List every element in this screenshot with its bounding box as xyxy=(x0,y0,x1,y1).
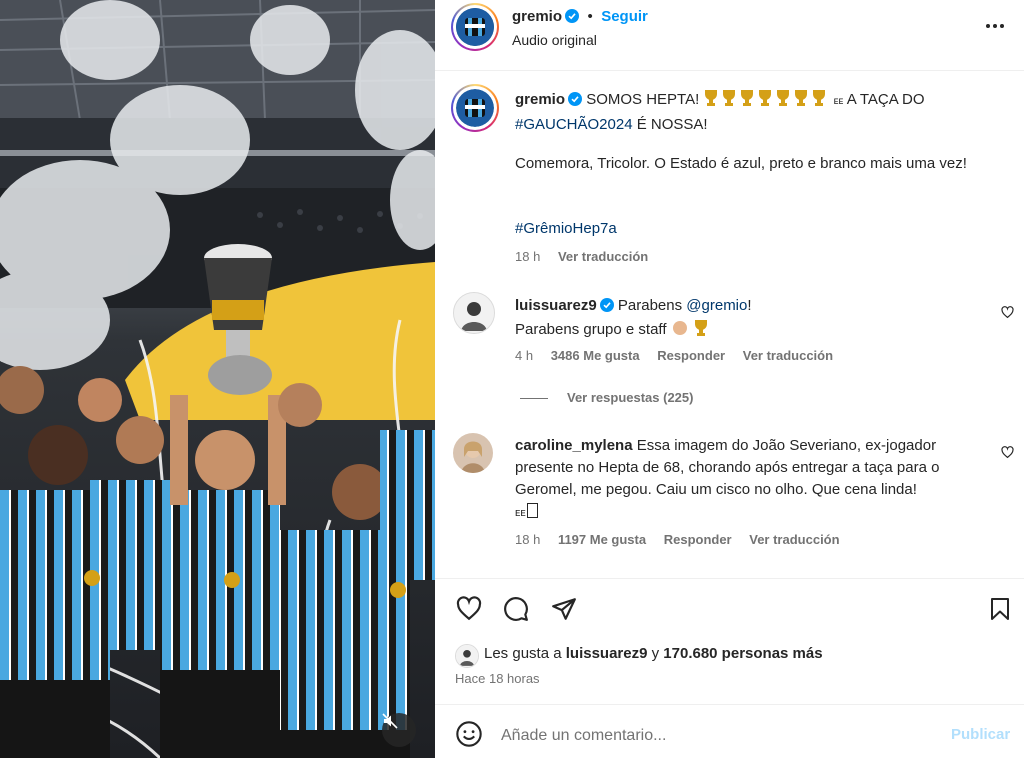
comment-author-caroline[interactable]: caroline_mylena xyxy=(515,437,633,454)
comment-input[interactable] xyxy=(499,722,923,750)
speaker-muted-icon xyxy=(382,713,398,729)
comment-like-button[interactable] xyxy=(1001,306,1014,324)
view-replies-button[interactable]: Ver respuestas (225) xyxy=(567,390,693,405)
user-photo-icon xyxy=(456,645,478,667)
smiley-icon xyxy=(456,721,482,747)
comment-time[interactable]: 18 h xyxy=(515,532,540,547)
comment-text-line2: Parabens grupo e staff xyxy=(515,321,667,338)
caption-avatar[interactable] xyxy=(456,89,494,127)
send-icon xyxy=(552,598,576,620)
separator-dot: • xyxy=(587,8,593,25)
clap-trophy-emoji-icon xyxy=(671,319,711,344)
emoji-button[interactable] xyxy=(455,720,483,753)
caption-paragraph: Comemora, Tricolor. O Estado é azul, pre… xyxy=(515,155,967,172)
post-details-panel: gremio • Seguir Audio original gremio SO… xyxy=(435,0,1024,758)
unknown-glyph xyxy=(526,503,538,518)
caption-avatar-ring[interactable] xyxy=(451,84,499,132)
share-button[interactable] xyxy=(551,596,577,627)
follow-button[interactable]: Seguir xyxy=(601,8,648,25)
comment-likes[interactable]: 1197 Me gusta xyxy=(558,532,646,547)
comment-author-luissuarez9[interactable]: luissuarez9 xyxy=(515,297,597,314)
comment-time[interactable]: 4 h xyxy=(515,348,533,363)
comment-likes[interactable]: 3486 Me gusta xyxy=(551,348,640,363)
comment-tail-glyph: ᴇᴇ xyxy=(515,507,526,519)
audio-label[interactable]: Audio original xyxy=(512,32,597,48)
composer-divider xyxy=(435,704,1024,705)
caption-time[interactable]: 18 h xyxy=(515,249,540,264)
comment-like-button[interactable] xyxy=(1001,446,1014,464)
actions-divider xyxy=(435,578,1024,579)
verified-badge-icon xyxy=(599,297,614,319)
heart-icon xyxy=(1001,306,1014,319)
more-options-button[interactable] xyxy=(983,14,1007,43)
comment-text-end: ! xyxy=(747,297,752,314)
publish-button[interactable]: Publicar xyxy=(951,726,1010,743)
heart-icon xyxy=(456,596,482,621)
verified-badge-icon xyxy=(568,91,583,113)
gremio-crest-icon xyxy=(456,89,494,127)
hashtag-gauchao-link[interactable]: #GAUCHÃO2024 xyxy=(515,116,633,133)
flag-glyph: ᴇᴇ xyxy=(833,96,844,107)
user-photo-icon xyxy=(454,293,494,333)
liker-avatar[interactable] xyxy=(455,644,479,668)
comment-translate-link[interactable]: Ver traducción xyxy=(743,348,833,363)
caption-headline: SOMOS HEPTA! xyxy=(586,91,700,108)
story-ring[interactable] xyxy=(451,3,499,51)
mute-button[interactable] xyxy=(382,713,416,747)
like-button[interactable] xyxy=(455,596,483,627)
verified-badge-icon xyxy=(565,9,580,28)
mention-gremio-link[interactable]: @gremio xyxy=(686,297,747,314)
post-media[interactable] xyxy=(0,0,435,758)
caption-headline-end: É NOSSA! xyxy=(636,116,708,133)
caption-author[interactable]: gremio xyxy=(515,91,565,108)
user-photo-icon xyxy=(453,433,493,473)
instagram-post-view: gremio • Seguir Audio original gremio SO… xyxy=(0,0,1024,758)
comment-bubble-icon xyxy=(504,597,528,621)
more-horizontal-icon xyxy=(986,24,1004,28)
save-button[interactable] xyxy=(988,596,1012,627)
likes-prefix: Les gusta a xyxy=(484,645,562,662)
luissuarez-avatar[interactable] xyxy=(453,292,495,334)
likes-summary: Les gusta a luissuarez9 y 170.680 person… xyxy=(484,645,823,662)
likes-others-link[interactable]: 170.680 personas más xyxy=(663,645,822,662)
likes-connector: y xyxy=(651,645,660,662)
gremio-crest-icon xyxy=(456,8,494,46)
heart-icon xyxy=(1001,446,1014,459)
bookmark-icon xyxy=(991,598,1009,620)
trophy-emojis-icon xyxy=(703,89,829,114)
caroline-avatar[interactable] xyxy=(453,433,493,473)
reply-button[interactable]: Responder xyxy=(664,532,732,547)
post-timestamp[interactable]: Hace 18 horas xyxy=(455,671,540,686)
comment-text: Parabens xyxy=(617,297,683,314)
celebration-photo xyxy=(0,0,435,758)
liker-username[interactable]: luissuarez9 xyxy=(566,645,648,662)
post-author-username[interactable]: gremio xyxy=(512,8,562,25)
hashtag-gremiohep7a-link[interactable]: #GrêmioHep7a xyxy=(515,218,617,240)
post-header: gremio • Seguir Audio original xyxy=(435,0,1024,71)
caption-translate-link[interactable]: Ver traducción xyxy=(558,249,648,264)
gremio-avatar[interactable] xyxy=(456,8,494,46)
comment-translate-link[interactable]: Ver traducción xyxy=(749,532,839,547)
replies-line xyxy=(520,398,548,399)
comment-button[interactable] xyxy=(503,596,529,627)
reply-button[interactable]: Responder xyxy=(657,348,725,363)
caption-headline-tail: A TAÇA DO xyxy=(846,91,925,108)
